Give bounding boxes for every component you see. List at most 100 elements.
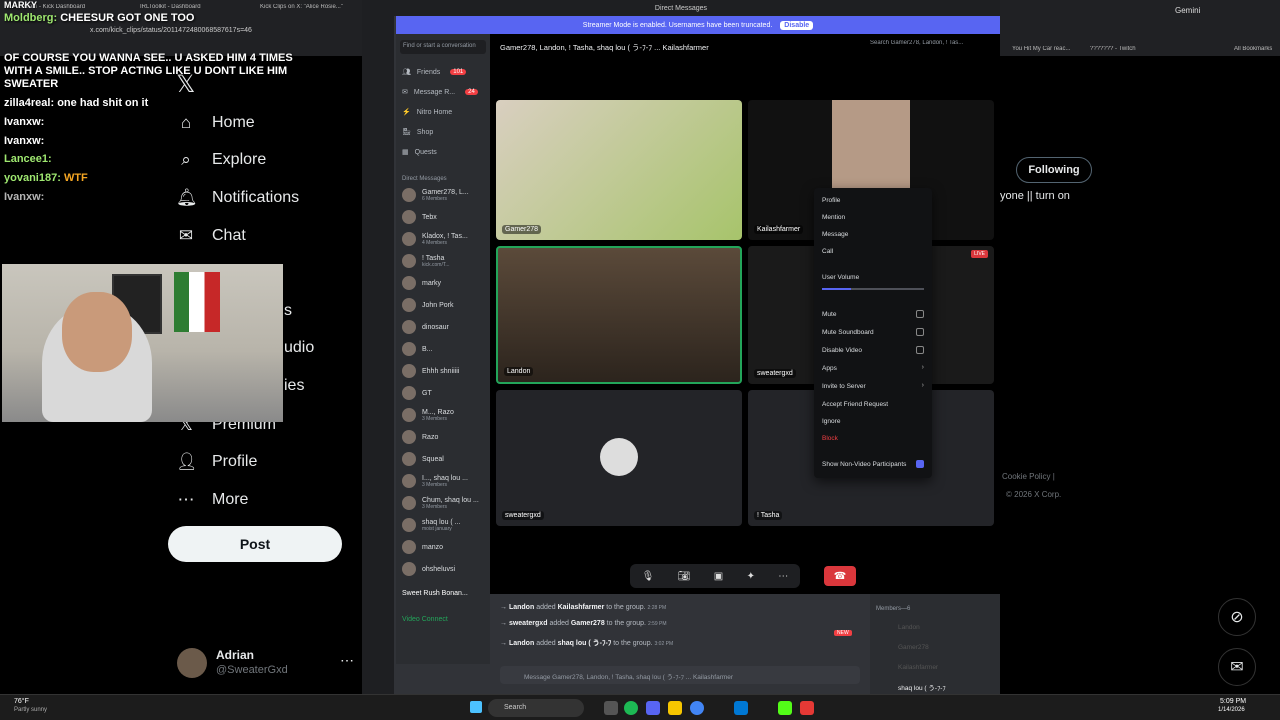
- dm-item[interactable]: Squeal: [402, 452, 444, 466]
- windows-start-icon[interactable]: [470, 701, 482, 713]
- dm-item[interactable]: B...: [402, 342, 433, 356]
- checkbox[interactable]: [916, 328, 924, 336]
- checkbox[interactable]: [916, 310, 924, 318]
- activity-icon[interactable]: ✦: [747, 571, 755, 582]
- dm-item[interactable]: dinosaur: [402, 320, 449, 334]
- menu-ignore[interactable]: Ignore: [822, 418, 840, 425]
- nav-home[interactable]: ⌂ Home: [176, 113, 255, 133]
- checkbox[interactable]: [916, 346, 924, 354]
- dm-item[interactable]: shaq lou ( ... moist january: [402, 518, 461, 532]
- menu-disable-video[interactable]: Disable Video: [822, 347, 862, 354]
- nav-message-requests[interactable]: ✉ Message R... 24: [402, 88, 478, 96]
- bio-snippet: yone || turn on: [1000, 190, 1070, 202]
- following-button[interactable]: Following: [1016, 157, 1092, 183]
- menu-invite[interactable]: Invite to Server: [822, 383, 866, 390]
- disable-button[interactable]: Disable: [780, 20, 814, 30]
- folder-icon[interactable]: [668, 701, 682, 715]
- chrome-icon[interactable]: [690, 701, 704, 715]
- nav-shop[interactable]: 🏪︎ Shop: [402, 128, 433, 137]
- dm-item[interactable]: Gamer278, L... 6 Members: [402, 188, 469, 202]
- search-input[interactable]: Find or start a conversation: [400, 40, 486, 54]
- all-bookmarks[interactable]: All Bookmarks: [1234, 46, 1272, 60]
- discord-icon[interactable]: [646, 701, 660, 715]
- dm-item[interactable]: John Pork: [402, 298, 454, 312]
- avatar: [402, 188, 416, 202]
- store-icon[interactable]: [734, 701, 748, 715]
- dm-name: Gamer278, L...: [422, 188, 469, 196]
- dm-item[interactable]: Tebx: [402, 210, 437, 224]
- cookie-link[interactable]: Cookie Policy |: [1002, 472, 1055, 481]
- avatar: [402, 298, 416, 312]
- obs-icon[interactable]: [800, 701, 814, 715]
- dm-subtitle: 3 Members: [422, 415, 448, 422]
- channel-search[interactable]: Search Gamer278, Landon, ! Tas...: [870, 40, 992, 52]
- streamer-mode-banner: Streamer Mode is enabled. Usernames have…: [396, 16, 1000, 34]
- video-tile[interactable]: Gamer278: [496, 100, 742, 240]
- dm-item[interactable]: ! Tasha kick.com/T...: [402, 254, 450, 268]
- nav-explore[interactable]: ⌕ Explore: [176, 150, 266, 170]
- dm-item[interactable]: manzo: [402, 540, 443, 554]
- nav-notifications[interactable]: 🔔︎ Notifications: [176, 188, 299, 208]
- menu-accept-friend[interactable]: Accept Friend Request: [822, 401, 888, 408]
- menu-call[interactable]: Call: [822, 248, 833, 255]
- avatar: [402, 232, 416, 246]
- post-button[interactable]: Post: [168, 526, 342, 562]
- dm-item[interactable]: Ehhh shniiiii: [402, 364, 459, 378]
- dm-item[interactable]: Chum, shaq lou ... 3 Members: [402, 496, 479, 510]
- bookmark-item[interactable]: You Hit My Car reac...: [1012, 46, 1070, 60]
- gemini-button[interactable]: Gemini: [1175, 6, 1200, 20]
- checkbox-checked[interactable]: [916, 460, 924, 468]
- menu-mention[interactable]: Mention: [822, 214, 845, 221]
- screen-share-icon[interactable]: ▣: [714, 571, 723, 582]
- more-icon[interactable]: ⋯: [778, 571, 788, 582]
- camera-icon[interactable]: 📷︎: [678, 571, 691, 582]
- spotify-icon[interactable]: [624, 701, 638, 715]
- nav-profile[interactable]: 👤︎ Profile: [176, 452, 257, 472]
- browser-tab[interactable]: Kick Clips on X: "Alice Rosie...": [260, 4, 360, 18]
- message-input[interactable]: Message Gamer278, Landon, ! Tasha, shaq …: [500, 666, 860, 684]
- video-tile[interactable]: sweatergxd: [496, 390, 742, 526]
- microphone-icon[interactable]: 🎙︎: [642, 571, 655, 582]
- dm-item[interactable]: I..., shaq lou ... 3 Members: [402, 474, 468, 488]
- taskbar-search[interactable]: Search: [488, 699, 584, 717]
- dm-subtitle: 3 Members: [422, 503, 448, 510]
- dm-item[interactable]: M..., Razo 3 Members: [402, 408, 454, 422]
- menu-mute-soundboard[interactable]: Mute Soundboard: [822, 329, 874, 336]
- avatar[interactable]: [177, 648, 207, 678]
- video-tile[interactable]: Landon: [496, 246, 742, 384]
- grok-icon[interactable]: ⊘: [1218, 598, 1256, 636]
- nav-nitro[interactable]: ⚡ Nitro Home: [402, 108, 452, 117]
- menu-block[interactable]: Block: [822, 435, 838, 442]
- bookmark-item[interactable]: ??????? - Twitch: [1090, 46, 1136, 60]
- menu-apps[interactable]: Apps: [822, 365, 837, 372]
- nav-quests[interactable]: ▦ Quests: [402, 148, 437, 157]
- menu-message[interactable]: Message: [822, 231, 848, 238]
- member-item[interactable]: Kailashfarmer: [898, 664, 938, 671]
- copyright: © 2026 X Corp.: [1006, 490, 1062, 499]
- task-view-icon[interactable]: [604, 701, 618, 715]
- member-item[interactable]: shaq lou ( う-ﾌ-ﾌ: [898, 682, 946, 692]
- member-item[interactable]: Landon: [898, 624, 920, 631]
- menu-mute[interactable]: Mute: [822, 311, 836, 318]
- chat-line: zilla4real: one had shit on it: [4, 97, 149, 109]
- dm-item[interactable]: GT: [402, 386, 432, 400]
- user-name: Adrian: [216, 648, 255, 662]
- messages-icon[interactable]: ✉: [1218, 648, 1256, 686]
- server-list: [362, 16, 394, 694]
- nav-chat[interactable]: ✉ Chat: [176, 226, 246, 246]
- dm-item[interactable]: ohsheluvsi: [402, 562, 455, 576]
- kick-icon[interactable]: [778, 701, 792, 715]
- dm-item[interactable]: Kladox, ! Tas... 4 Members: [402, 232, 468, 246]
- member-item[interactable]: Gamer278: [898, 644, 929, 651]
- volume-slider[interactable]: [822, 288, 924, 290]
- menu-profile[interactable]: Profile: [822, 197, 840, 204]
- dm-item[interactable]: Razo: [402, 430, 438, 444]
- hang-up-button[interactable]: ☎: [824, 566, 856, 586]
- more-icon[interactable]: ⋯: [340, 652, 354, 669]
- nav-more[interactable]: ⋯ More: [176, 490, 249, 510]
- dm-item[interactable]: marky: [402, 276, 441, 290]
- menu-show-non-video[interactable]: Show Non-Video Participants: [822, 461, 906, 468]
- search-icon: ⌕: [181, 150, 191, 169]
- address-bar[interactable]: x.com/kick_clips/status/2011472480068587…: [90, 27, 252, 34]
- nav-friends[interactable]: 👥︎ Friends 101: [402, 68, 467, 76]
